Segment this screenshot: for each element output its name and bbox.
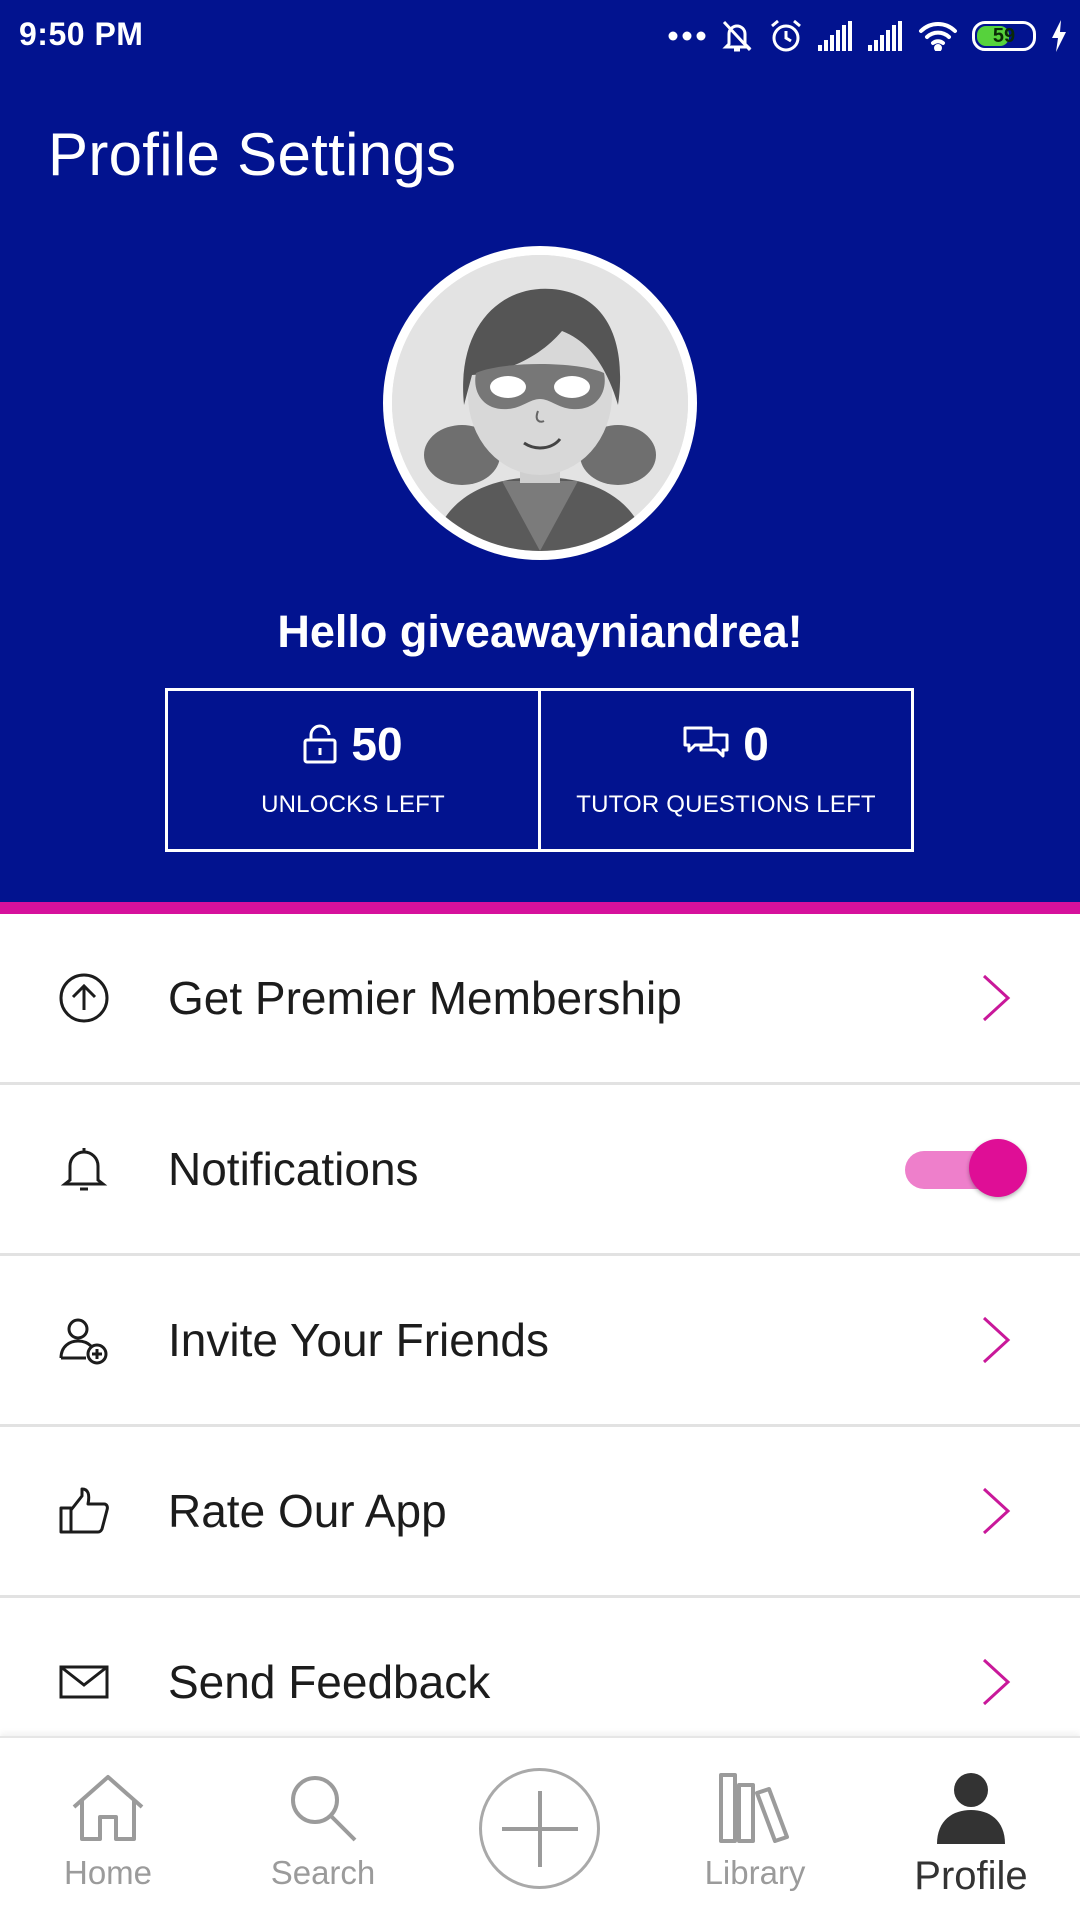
- nav-label: Library: [704, 1854, 806, 1891]
- toggle-knob: [969, 1139, 1027, 1197]
- chevron-right-icon: [982, 1316, 1011, 1364]
- arrow-up-circle-icon: [56, 970, 112, 1026]
- profile-icon: [933, 1768, 1009, 1848]
- library-icon: [717, 1768, 793, 1848]
- greeting-text: Hello giveawayniandrea!: [277, 606, 803, 657]
- accent-divider: [0, 902, 1080, 914]
- add-friend-icon: [56, 1312, 112, 1368]
- more-dots-icon: [668, 31, 706, 41]
- menu-item-label: Invite Your Friends: [168, 1314, 550, 1366]
- status-icons: 59: [668, 14, 1068, 58]
- settings-menu: Get Premier Membership Notifications Inv…: [0, 914, 1080, 1769]
- battery-icon: 59: [972, 21, 1036, 51]
- chat-bubbles-icon: [683, 726, 729, 758]
- nav-label: Search: [270, 1854, 376, 1891]
- charging-icon: [1052, 20, 1066, 52]
- bottom-nav: Home Search Library Profile: [0, 1736, 1080, 1920]
- tutor-questions-value: 0: [743, 718, 769, 770]
- add-button[interactable]: [479, 1768, 600, 1889]
- search-icon: [287, 1768, 359, 1848]
- signal-icon: [868, 21, 902, 51]
- menu-item-rate-app[interactable]: Rate Our App: [0, 1427, 1080, 1598]
- bell-off-icon: [722, 20, 752, 52]
- nav-label: Home: [63, 1854, 153, 1891]
- menu-item-label: Send Feedback: [168, 1656, 491, 1708]
- avatar[interactable]: [383, 246, 697, 560]
- battery-level: 59: [992, 24, 1016, 47]
- status-time: 9:50 PM: [19, 16, 144, 52]
- stats-box: 50 UNLOCKS LEFT 0 TUTOR QUESTIONS LEFT: [165, 688, 914, 852]
- signal-icon: [818, 21, 852, 51]
- envelope-icon: [56, 1654, 112, 1710]
- avatar-illustration: [392, 255, 688, 551]
- bell-icon: [56, 1141, 112, 1197]
- unlocks-value: 50: [351, 718, 403, 770]
- menu-item-notifications[interactable]: Notifications: [0, 1085, 1080, 1256]
- notifications-toggle[interactable]: [905, 1139, 1027, 1199]
- page-title: Profile Settings: [48, 121, 457, 188]
- nav-search[interactable]: Search: [223, 1738, 423, 1920]
- home-icon: [70, 1768, 146, 1848]
- add-icon: [501, 1790, 578, 1867]
- unlocks-stat: 50 UNLOCKS LEFT: [168, 691, 538, 849]
- menu-item-label: Rate Our App: [168, 1485, 447, 1537]
- menu-item-premier-membership[interactable]: Get Premier Membership: [0, 914, 1080, 1085]
- alarm-icon: [771, 19, 801, 52]
- nav-library[interactable]: Library: [655, 1738, 855, 1920]
- menu-item-invite-friends[interactable]: Invite Your Friends: [0, 1256, 1080, 1427]
- menu-item-label: Notifications: [168, 1143, 419, 1195]
- chevron-right-icon: [982, 1658, 1011, 1706]
- status-bar: 9:50 PM 59: [0, 0, 1080, 72]
- chevron-right-icon: [982, 974, 1011, 1022]
- nav-profile[interactable]: Profile: [871, 1738, 1071, 1920]
- tutor-questions-label: TUTOR QUESTIONS LEFT: [576, 791, 876, 818]
- tutor-questions-stat: 0 TUTOR QUESTIONS LEFT: [538, 691, 911, 849]
- nav-home[interactable]: Home: [8, 1738, 208, 1920]
- unlocks-label: UNLOCKS LEFT: [261, 791, 445, 818]
- chevron-right-icon: [982, 1487, 1011, 1535]
- lock-icon: [303, 724, 337, 764]
- nav-label: Profile: [914, 1854, 1028, 1898]
- wifi-icon: [919, 21, 957, 51]
- menu-item-label: Get Premier Membership: [168, 972, 682, 1024]
- thumbs-up-icon: [56, 1483, 112, 1539]
